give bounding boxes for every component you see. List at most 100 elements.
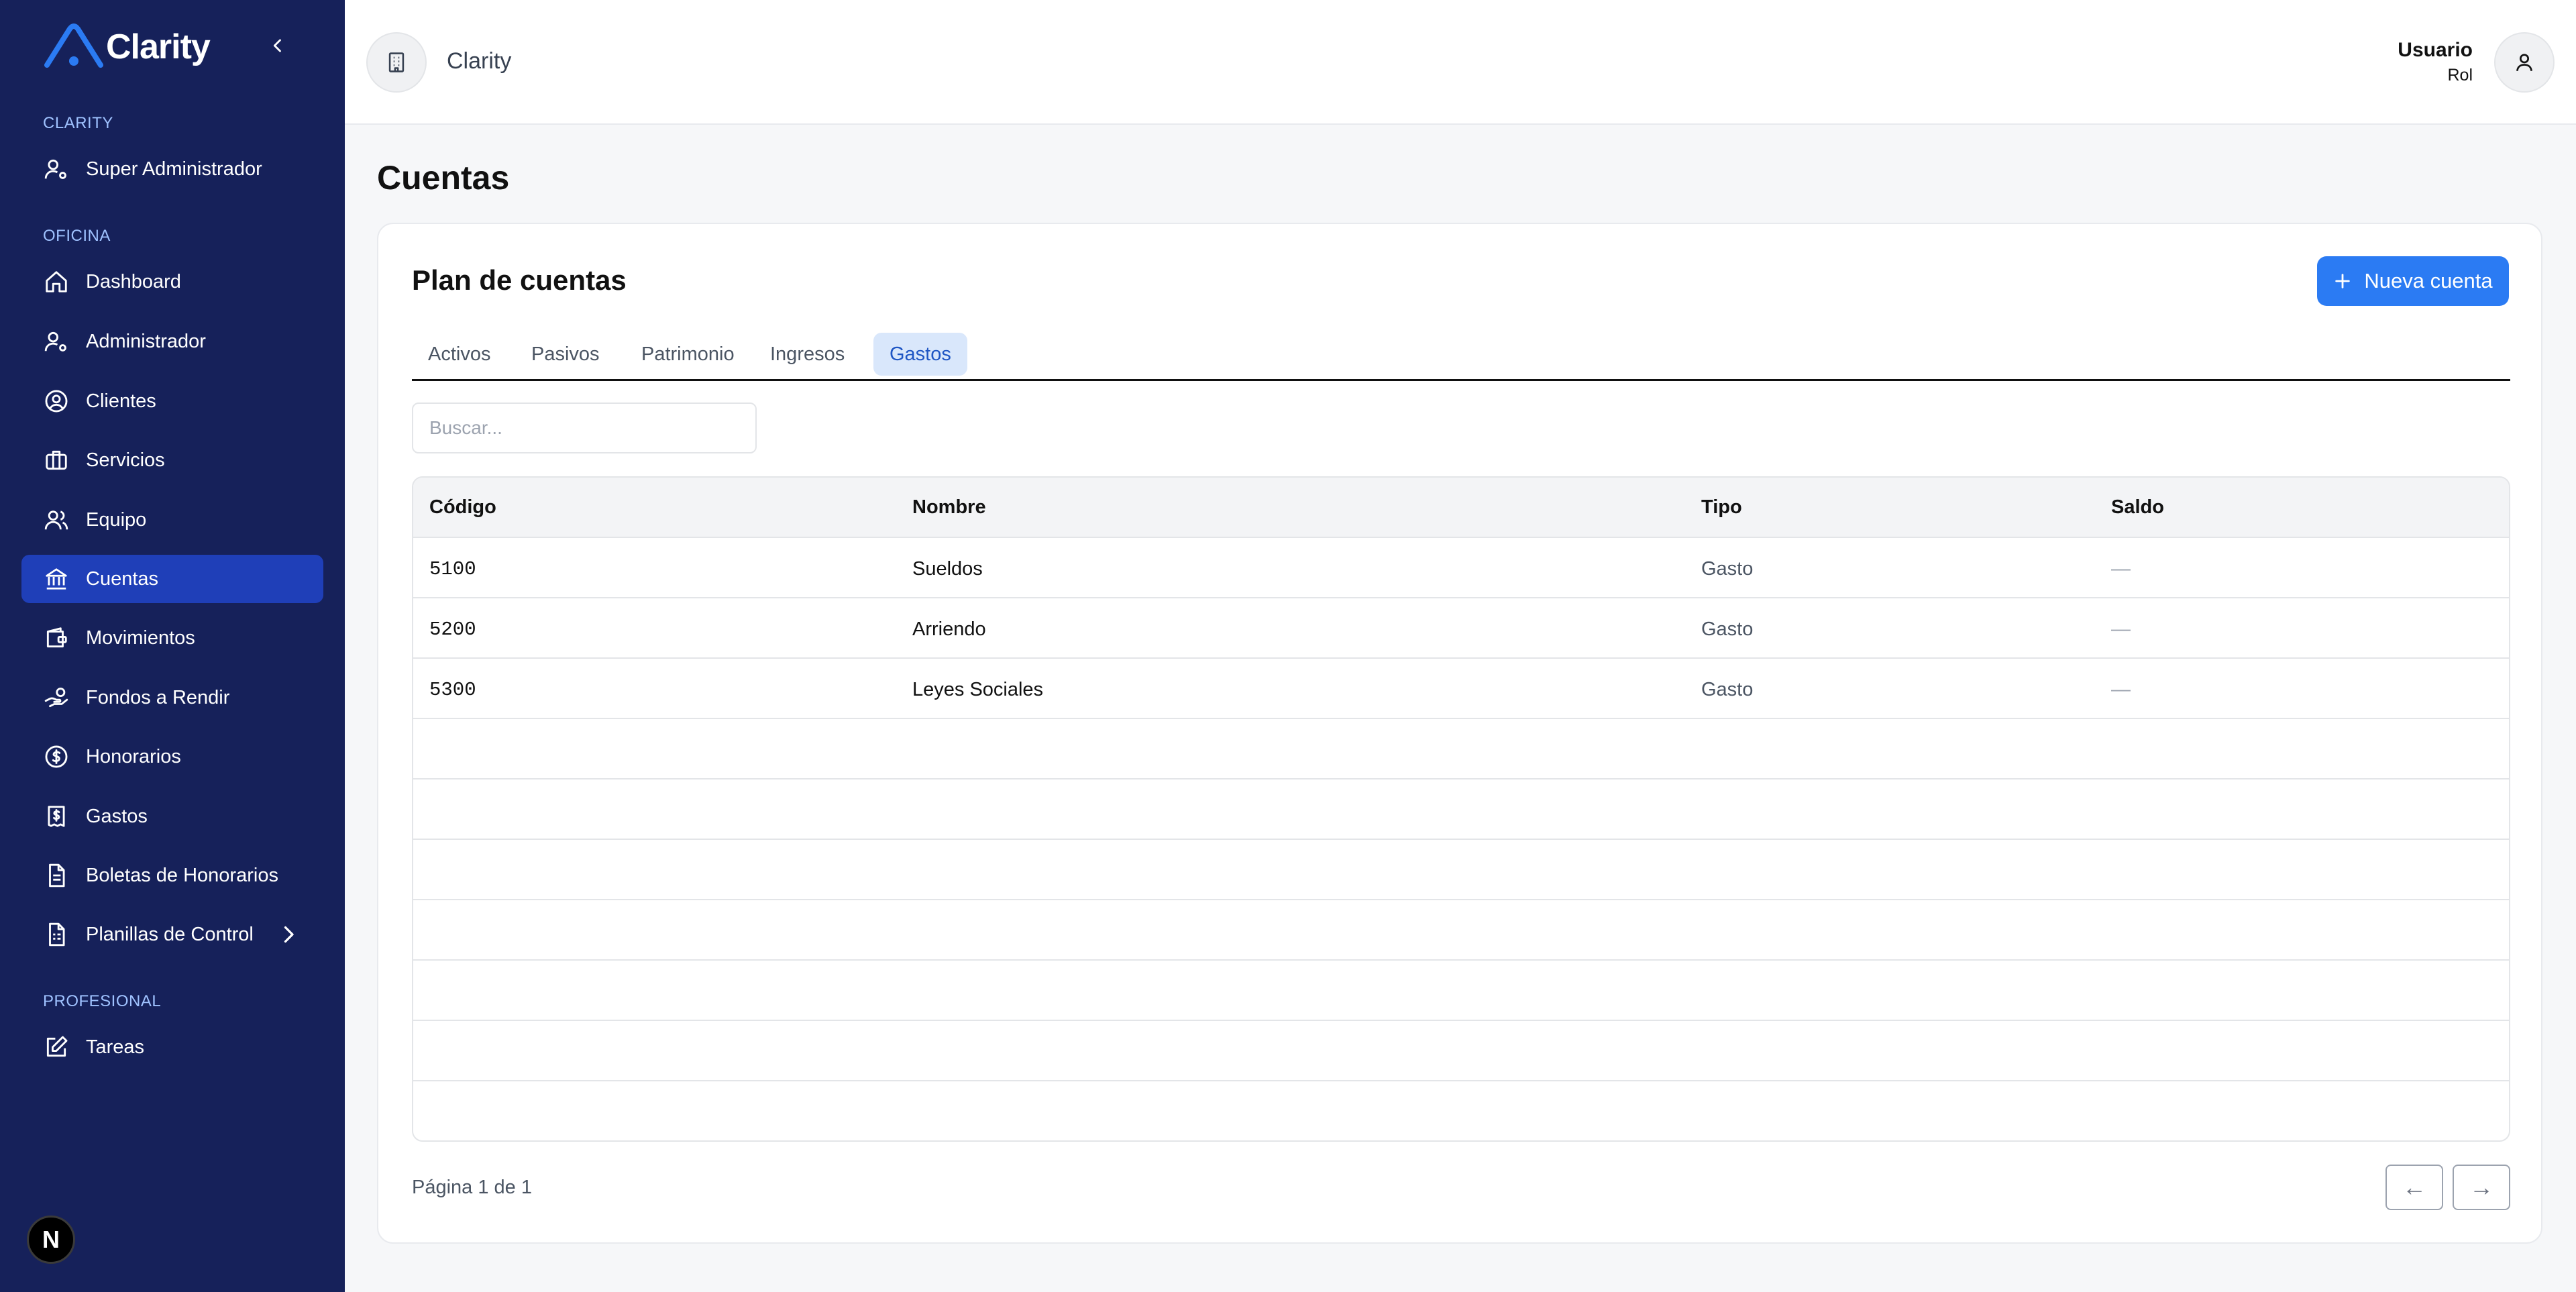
user-role: Rol bbox=[2447, 66, 2473, 85]
account-type-tabs: Activos Pasivos Patrimonio Ingresos Gast… bbox=[412, 325, 2510, 381]
sidebar-item-label: Gastos bbox=[86, 805, 148, 827]
sidebar-item-movimientos[interactable]: Movimientos bbox=[21, 614, 323, 662]
cell-tipo: Gasto bbox=[1701, 618, 1754, 640]
sidebar-item-label: Servicios bbox=[86, 449, 165, 471]
card-title: Plan de cuentas bbox=[412, 264, 627, 296]
empty-table-row bbox=[413, 961, 2509, 1021]
cell-codigo: 5100 bbox=[429, 558, 476, 580]
sidebar-item-honorarios[interactable]: Honorarios bbox=[21, 733, 323, 781]
chevron-left-icon bbox=[273, 39, 281, 52]
empty-table-row bbox=[413, 719, 2509, 779]
receipt-dollar-icon bbox=[43, 803, 70, 830]
sidebar: Clarity CLARITY Super Administrador OFIC… bbox=[0, 0, 345, 1292]
cell-nombre: Arriendo bbox=[912, 618, 986, 640]
briefcase-icon bbox=[43, 447, 70, 474]
accounts-table: Código Nombre Tipo Saldo 5100 Sueldos Ga… bbox=[412, 476, 2510, 1142]
pagination-status: Página 1 de 1 bbox=[412, 1177, 532, 1198]
column-header-codigo[interactable]: Código bbox=[429, 496, 496, 519]
plus-icon bbox=[2335, 274, 2351, 288]
table-header: Código Nombre Tipo Saldo bbox=[413, 478, 2509, 538]
chevron-right-icon bbox=[284, 926, 294, 943]
user-gear-icon bbox=[43, 156, 70, 182]
users-icon bbox=[43, 506, 70, 533]
cell-codigo: 5200 bbox=[429, 618, 476, 641]
empty-table-row bbox=[413, 1081, 2509, 1140]
brand-name: Clarity bbox=[106, 28, 211, 66]
section-label-clarity: CLARITY bbox=[43, 114, 113, 132]
document-icon bbox=[43, 862, 70, 889]
column-header-saldo[interactable]: Saldo bbox=[2111, 496, 2164, 519]
empty-table-row bbox=[413, 840, 2509, 900]
sidebar-item-super-administrador[interactable]: Super Administrador bbox=[21, 145, 323, 193]
page-title: Cuentas bbox=[377, 159, 510, 197]
tab-pasivos[interactable]: Pasivos bbox=[515, 333, 616, 376]
cell-tipo: Gasto bbox=[1701, 558, 1754, 580]
sidebar-item-label: Tareas bbox=[86, 1036, 145, 1058]
column-header-tipo[interactable]: Tipo bbox=[1701, 496, 1742, 519]
sidebar-item-clientes[interactable]: Clientes bbox=[21, 377, 323, 425]
brand-logo[interactable]: Clarity bbox=[43, 20, 211, 74]
sidebar-item-gastos[interactable]: Gastos bbox=[21, 792, 323, 841]
tab-gastos[interactable]: Gastos bbox=[873, 333, 967, 376]
sidebar-item-label: Fondos a Rendir bbox=[86, 686, 230, 708]
dev-badge[interactable]: N bbox=[27, 1216, 75, 1264]
table-row[interactable]: 5200 Arriendo Gasto — bbox=[413, 598, 2509, 659]
section-label-profesional: PROFESIONAL bbox=[43, 992, 162, 1010]
sidebar-item-tareas[interactable]: Tareas bbox=[21, 1023, 323, 1071]
top-header: Clarity Usuario Rol bbox=[345, 0, 2576, 125]
sidebar-item-dashboard[interactable]: Dashboard bbox=[21, 258, 323, 306]
new-account-button[interactable]: Nueva cuenta bbox=[2317, 256, 2509, 306]
user-name: Usuario bbox=[2398, 39, 2473, 61]
dollar-circle-icon bbox=[43, 743, 70, 770]
empty-table-row bbox=[413, 779, 2509, 840]
sidebar-item-administrador[interactable]: Administrador bbox=[21, 317, 323, 366]
bank-icon bbox=[43, 566, 70, 592]
organization-button[interactable] bbox=[366, 32, 427, 93]
section-label-oficina: OFICINA bbox=[43, 227, 111, 245]
search-input[interactable] bbox=[412, 402, 757, 453]
user-gear-icon bbox=[43, 328, 70, 355]
empty-table-row bbox=[413, 1021, 2509, 1081]
hand-coins-icon bbox=[43, 684, 70, 711]
sidebar-item-cuentas[interactable]: Cuentas bbox=[21, 555, 323, 603]
sidebar-item-label: Super Administrador bbox=[86, 158, 262, 180]
table-row[interactable]: 5100 Sueldos Gasto — bbox=[413, 538, 2509, 598]
sidebar-item-fondos-a-rendir[interactable]: Fondos a Rendir bbox=[21, 674, 323, 722]
previous-page-button[interactable]: ← bbox=[2385, 1165, 2443, 1210]
wallet-icon bbox=[43, 625, 70, 651]
user-icon bbox=[2516, 54, 2532, 71]
home-icon bbox=[43, 268, 70, 295]
tab-patrimonio[interactable]: Patrimonio bbox=[625, 333, 751, 376]
sidebar-item-label: Movimientos bbox=[86, 627, 195, 649]
tab-activos[interactable]: Activos bbox=[412, 333, 506, 376]
sidebar-item-label: Clientes bbox=[86, 390, 156, 412]
sidebar-item-boletas-de-honorarios[interactable]: Boletas de Honorarios bbox=[21, 851, 323, 900]
empty-table-row bbox=[413, 900, 2509, 961]
tab-ingresos[interactable]: Ingresos bbox=[754, 333, 861, 376]
pencil-square-icon bbox=[43, 1034, 70, 1061]
sidebar-item-label: Equipo bbox=[86, 508, 147, 531]
sidebar-item-label: Honorarios bbox=[86, 745, 181, 767]
table-row[interactable]: 5300 Leyes Sociales Gasto — bbox=[413, 659, 2509, 719]
building-icon bbox=[388, 52, 405, 72]
sidebar-item-label: Boletas de Honorarios bbox=[86, 864, 278, 886]
sidebar-item-label: Administrador bbox=[86, 330, 206, 352]
sidebar-item-label: Planillas de Control bbox=[86, 923, 254, 945]
user-circle-icon bbox=[43, 388, 70, 415]
accounts-card: Plan de cuentas Nueva cuenta Activos Pas… bbox=[377, 223, 2542, 1244]
cell-nombre: Leyes Sociales bbox=[912, 679, 1044, 700]
organization-name: Clarity bbox=[447, 48, 512, 74]
cell-tipo: Gasto bbox=[1701, 679, 1754, 700]
sidebar-item-equipo[interactable]: Equipo bbox=[21, 496, 323, 544]
collapse-sidebar-button[interactable] bbox=[264, 30, 291, 62]
new-account-label: Nueva cuenta bbox=[2364, 269, 2493, 292]
cell-saldo: — bbox=[2111, 558, 2131, 580]
column-header-nombre[interactable]: Nombre bbox=[912, 496, 986, 519]
cell-nombre: Sueldos bbox=[912, 558, 983, 580]
next-page-button[interactable]: → bbox=[2453, 1165, 2510, 1210]
spreadsheet-icon bbox=[43, 921, 70, 948]
user-avatar-button[interactable] bbox=[2494, 32, 2555, 93]
sidebar-item-servicios[interactable]: Servicios bbox=[21, 436, 323, 484]
sidebar-item-planillas-de-control[interactable]: Planillas de Control bbox=[21, 910, 323, 959]
clarity-logo-icon bbox=[44, 23, 103, 68]
